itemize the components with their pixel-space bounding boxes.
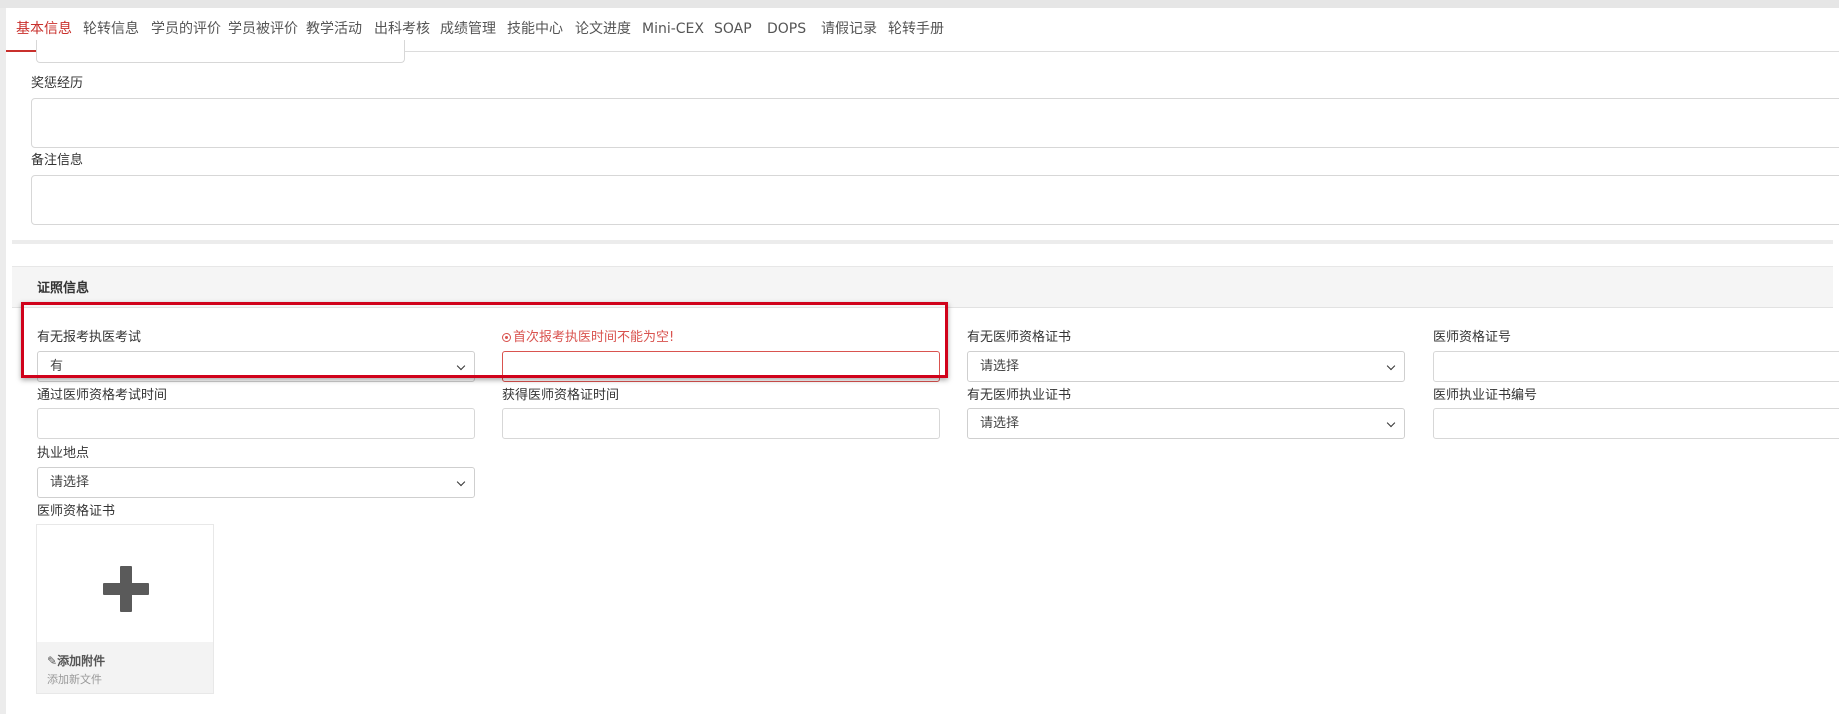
has-qualification-cert-label: 有无医师资格证书 — [967, 330, 1072, 345]
practice-location-select[interactable]: 请选择 — [37, 467, 475, 498]
plus-icon — [103, 566, 149, 612]
qualification-cert-number-input[interactable] — [1433, 351, 1839, 382]
first-exam-time-error: 首次报考执医时间不能为空! — [502, 326, 674, 345]
practice-cert-number-label: 医师执业证书编号 — [1433, 388, 1538, 403]
practice-cert-number-input[interactable] — [1433, 408, 1839, 439]
practice-location-value: 请选择 — [50, 475, 90, 490]
chevron-down-icon — [1386, 361, 1396, 371]
remarks-textarea[interactable] — [31, 175, 1839, 225]
obtain-cert-time-label: 获得医师资格证时间 — [502, 388, 620, 403]
chevron-down-icon — [456, 361, 466, 371]
pass-exam-time-input[interactable] — [37, 408, 475, 439]
error-circle-icon — [502, 333, 511, 342]
tab-soap[interactable]: SOAP — [714, 8, 752, 51]
tab-leave-records[interactable]: 请假记录 — [821, 8, 877, 51]
qualification-certificate-label: 医师资格证书 — [37, 504, 116, 519]
tab-mini-cex[interactable]: Mini-CEX — [642, 8, 704, 51]
exam-registered-value: 有 — [50, 359, 64, 374]
awards-label: 奖惩经历 — [31, 76, 84, 91]
first-exam-time-error-text: 首次报考执医时间不能为空! — [513, 330, 675, 345]
exam-registered-label: 有无报考执医考试 — [37, 330, 142, 345]
tab-grade-management[interactable]: 成绩管理 — [440, 8, 496, 51]
has-practice-cert-select[interactable]: 请选择 — [967, 408, 1405, 439]
has-practice-cert-value: 请选择 — [980, 416, 1020, 431]
pass-exam-time-label: 通过医师资格考试时间 — [37, 388, 168, 403]
awards-textarea[interactable] — [31, 98, 1839, 148]
has-qualification-cert-select[interactable]: 请选择 — [967, 351, 1405, 382]
paperclip-icon: ✎ — [47, 654, 58, 668]
tab-skills-center[interactable]: 技能中心 — [507, 8, 563, 51]
license-section-title: 证照信息 — [37, 281, 90, 296]
exam-registered-select[interactable]: 有 — [37, 351, 475, 382]
tab-thesis-progress[interactable]: 论文进度 — [575, 8, 631, 51]
top-strip — [0, 0, 1839, 8]
add-attachment-title: ✎添加附件 — [47, 654, 106, 668]
remarks-label: 备注信息 — [31, 153, 84, 168]
obtain-cert-time-input[interactable] — [502, 408, 940, 439]
has-qualification-cert-value: 请选择 — [980, 359, 1020, 374]
tab-rotation-handbook[interactable]: 轮转手册 — [888, 8, 944, 51]
has-practice-cert-label: 有无医师执业证书 — [967, 388, 1072, 403]
tab-dops[interactable]: DOPS — [767, 8, 806, 51]
section-divider — [12, 240, 1833, 244]
add-new-file-text: 添加新文件 — [47, 673, 102, 686]
add-attachment-tile[interactable]: ✎添加附件 添加新文件 — [36, 524, 214, 694]
chevron-down-icon — [456, 477, 466, 487]
license-section-header: 证照信息 — [12, 266, 1833, 308]
chevron-down-icon — [1386, 418, 1396, 428]
attachment-footer: ✎添加附件 添加新文件 — [37, 642, 213, 693]
qualification-cert-number-label: 医师资格证号 — [1433, 330, 1512, 345]
first-exam-time-input[interactable] — [502, 351, 940, 382]
practice-location-label: 执业地点 — [37, 446, 90, 461]
previous-field[interactable] — [36, 40, 405, 63]
